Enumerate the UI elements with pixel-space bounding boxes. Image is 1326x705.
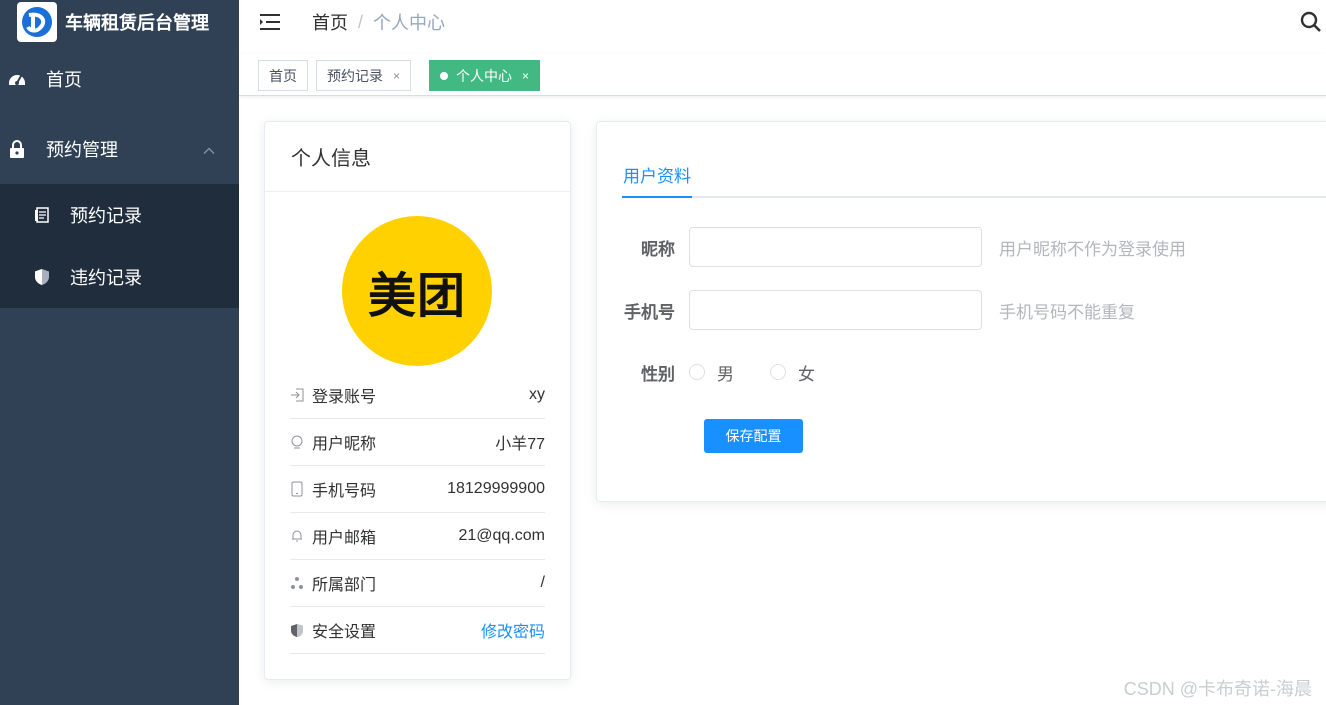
user-form-card: 用户资料 昵称 用户昵称不作为登录使用 手机号 手机号码不能重复 性别 男 女 … xyxy=(596,121,1326,502)
change-password-link[interactable]: 修改密码 xyxy=(481,618,545,642)
info-label: 安全设置 xyxy=(312,624,377,641)
info-value: / xyxy=(540,574,545,591)
radio-circle[interactable] xyxy=(689,364,705,380)
tag-booking-records[interactable]: 预约记录 × xyxy=(316,60,412,91)
save-button[interactable]: 保存配置 xyxy=(704,419,803,453)
info-label: 用户邮箱 xyxy=(312,530,377,547)
tag-home[interactable]: 首页 xyxy=(258,60,308,91)
form-row-nickname: 昵称 用户昵称不作为登录使用 xyxy=(597,227,1186,267)
info-label: 所属部门 xyxy=(312,577,377,594)
sidebar: 车辆租赁后台管理 首页 预约管理 预约记录 违约记录 xyxy=(0,0,239,705)
email-icon xyxy=(290,529,304,543)
submenu-booking: 预约记录 违约记录 xyxy=(0,184,239,308)
gender-female-radio[interactable]: 女 xyxy=(770,360,815,385)
tag-label: 个人中心 xyxy=(456,67,512,84)
phone-icon xyxy=(290,481,304,497)
sidebar-item-booking-management[interactable]: 预约管理 xyxy=(0,114,239,184)
tab-user-profile[interactable]: 用户资料 xyxy=(622,162,692,198)
sidebar-item-label: 预约管理 xyxy=(46,140,118,160)
form-row-phone: 手机号 手机号码不能重复 xyxy=(597,290,1135,330)
info-label: 用户昵称 xyxy=(312,436,377,453)
active-dot-icon xyxy=(440,71,448,80)
info-row-phone: 手机号码 18129999900 xyxy=(290,466,545,513)
info-row-email: 用户邮箱 21@qq.com xyxy=(290,513,545,560)
profile-card-title: 个人信息 xyxy=(265,122,570,192)
app-title: 车辆租赁后台管理 xyxy=(65,13,209,33)
dashboard-icon xyxy=(8,70,26,88)
nickname-hint: 用户昵称不作为登录使用 xyxy=(999,239,1186,259)
tag-label: 首页 xyxy=(269,67,297,84)
user-icon xyxy=(290,435,304,449)
info-value: 21@qq.com xyxy=(458,527,545,544)
login-icon xyxy=(290,388,304,402)
nickname-input[interactable] xyxy=(689,227,982,267)
radio-label: 女 xyxy=(798,364,815,384)
gender-label: 性别 xyxy=(641,364,675,384)
tab-active-bar xyxy=(622,196,692,198)
breadcrumb-separator: / xyxy=(358,11,364,32)
sidebar-item-booking-records[interactable]: 预约记录 xyxy=(0,184,239,246)
breadcrumb: 首页 / 个人中心 xyxy=(312,9,445,35)
sidebar-item-label: 违约记录 xyxy=(70,268,142,288)
tag-label: 预约记录 xyxy=(327,67,383,84)
sidebar-item-violation-records[interactable]: 违约记录 xyxy=(0,246,239,308)
lock-icon xyxy=(8,140,26,158)
sidebar-item-label: 预约记录 xyxy=(70,206,142,226)
info-label: 登录账号 xyxy=(312,389,377,406)
avatar[interactable]: 美团 xyxy=(342,216,492,366)
shield-icon xyxy=(33,268,51,286)
phone-hint: 手机号码不能重复 xyxy=(999,302,1135,322)
form-row-gender: 性别 男 女 xyxy=(597,352,851,392)
close-icon[interactable]: × xyxy=(522,69,529,83)
info-value: xy xyxy=(529,386,545,403)
hamburger-icon[interactable] xyxy=(260,14,280,30)
nickname-label: 昵称 xyxy=(641,239,675,259)
phone-input[interactable] xyxy=(689,290,982,330)
info-label: 手机号码 xyxy=(312,483,377,500)
close-icon[interactable]: × xyxy=(393,69,400,83)
profile-info-list: 登录账号 xy 用户昵称 小羊77 手机号码 18129999900 用户邮箱 … xyxy=(290,372,545,654)
tag-personal-center[interactable]: 个人中心 × xyxy=(429,60,541,91)
radio-circle[interactable] xyxy=(770,364,786,380)
avatar-text: 美团 xyxy=(367,268,466,324)
info-value: 18129999900 xyxy=(447,480,545,497)
info-row-account: 登录账号 xy xyxy=(290,372,545,419)
tree-icon xyxy=(290,576,304,590)
sidebar-item-label: 首页 xyxy=(46,70,82,90)
info-row-department: 所属部门 / xyxy=(290,560,545,607)
navbar: 首页 / 个人中心 xyxy=(239,0,1326,44)
phone-label: 手机号 xyxy=(624,302,675,322)
breadcrumb-home[interactable]: 首页 xyxy=(312,9,348,35)
logo-icon xyxy=(17,2,57,42)
tabs-header: 用户资料 xyxy=(622,162,1326,198)
document-icon xyxy=(33,206,51,224)
sidebar-item-home[interactable]: 首页 xyxy=(0,44,239,114)
info-row-security: 安全设置 修改密码 xyxy=(290,607,545,654)
gender-male-radio[interactable]: 男 xyxy=(689,360,734,385)
breadcrumb-current: 个人中心 xyxy=(373,13,446,33)
profile-card: 个人信息 美团 登录账号 xy 用户昵称 小羊77 手机号码 181299999… xyxy=(264,121,571,680)
security-icon xyxy=(290,623,304,637)
info-value: 小羊77 xyxy=(495,436,545,453)
search-icon[interactable] xyxy=(1300,11,1322,33)
info-row-nickname: 用户昵称 小羊77 xyxy=(290,419,545,466)
watermark: CSDN @卡布奇诺-海晨 xyxy=(1123,679,1312,699)
logo-bar: 车辆租赁后台管理 xyxy=(0,0,239,44)
radio-label: 男 xyxy=(717,364,734,384)
chevron-up-icon xyxy=(203,139,215,160)
tags-view: 首页 预约记录 × 个人中心 × xyxy=(239,54,1326,96)
